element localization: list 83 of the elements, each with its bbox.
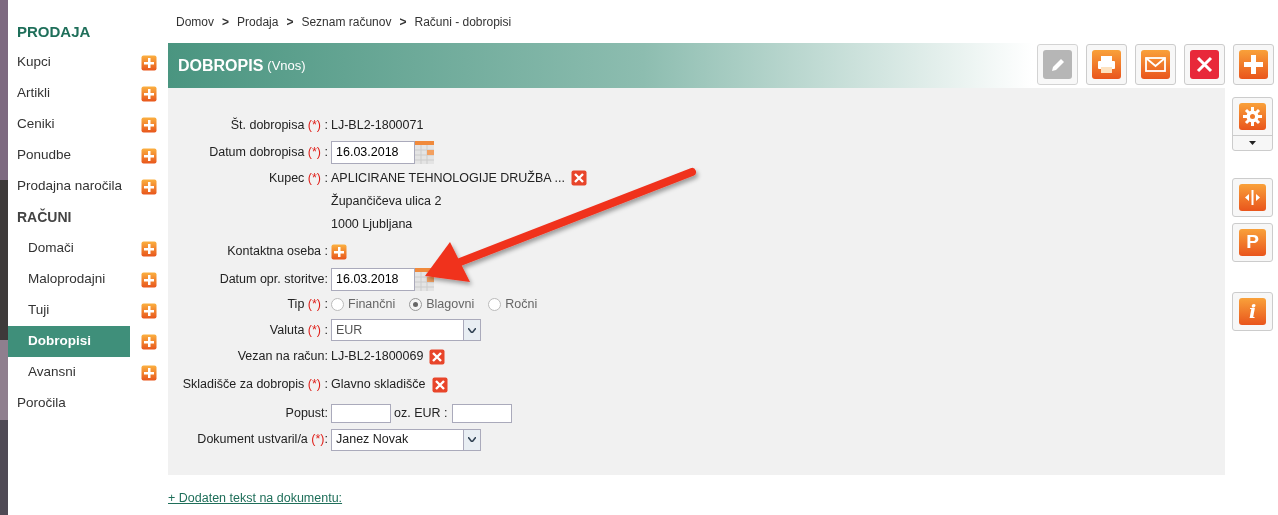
breadcrumb-separator: > bbox=[286, 13, 294, 31]
radio-button[interactable] bbox=[409, 297, 423, 311]
add-icon[interactable] bbox=[141, 364, 157, 381]
add-icon[interactable] bbox=[141, 302, 157, 319]
split-arrows-icon bbox=[1239, 184, 1266, 211]
sidebar-item[interactable]: Artikli bbox=[8, 78, 130, 109]
field-label: Tip (*) : bbox=[287, 296, 328, 311]
field-label: Št. dobropisa (*) : bbox=[230, 117, 328, 132]
add-icon[interactable] bbox=[141, 333, 157, 350]
breadcrumb-link[interactable]: Seznam računov bbox=[301, 12, 392, 31]
field-label: Kontaktna oseba : bbox=[227, 244, 328, 259]
page-subtitle: (Vnos) bbox=[267, 56, 306, 75]
dropdown[interactable]: Janez Novak bbox=[331, 428, 481, 451]
field-label: Valuta (*) : bbox=[269, 322, 328, 337]
breadcrumb-link[interactable]: Prodaja bbox=[237, 12, 279, 31]
calendar-icon[interactable] bbox=[415, 140, 434, 164]
radio-option[interactable]: Blagovni bbox=[409, 294, 475, 314]
field-value: APLICIRANE TEHNOLOGIJE DRUŽBA ... bbox=[331, 169, 565, 187]
add-icon[interactable] bbox=[141, 116, 157, 133]
add-text-link[interactable]: + Dodaten tekst na dokumentu: bbox=[168, 489, 343, 508]
remove-icon[interactable] bbox=[429, 348, 446, 365]
breadcrumb-link[interactable]: Domov bbox=[176, 12, 214, 31]
add-icon[interactable] bbox=[141, 240, 157, 257]
delete-button[interactable] bbox=[1184, 44, 1225, 85]
chevron-down-icon bbox=[468, 327, 476, 333]
breadcrumb-separator: > bbox=[222, 13, 230, 31]
field-value: LJ-BL2-1800069 bbox=[331, 348, 424, 366]
radio-option[interactable]: Finančni bbox=[331, 294, 396, 314]
sidebar-item[interactable]: Maloprodajni bbox=[8, 264, 130, 295]
add-icon[interactable] bbox=[141, 178, 157, 195]
sidebar-item[interactable]: Kupci bbox=[8, 47, 130, 78]
printer-icon bbox=[1092, 50, 1121, 79]
sidebar-item[interactable]: Ceniki bbox=[8, 109, 130, 140]
field-label: oz. EUR : bbox=[394, 404, 448, 422]
radio-button[interactable] bbox=[488, 297, 502, 311]
field-label: Datum opr. storitve: bbox=[219, 271, 328, 286]
sidebar-item[interactable]: Avansni bbox=[8, 357, 130, 388]
caret-icon bbox=[1249, 141, 1256, 145]
field-label: Datum dobropisa (*) : bbox=[209, 144, 328, 159]
remove-icon[interactable] bbox=[570, 170, 587, 186]
close-icon bbox=[1190, 50, 1219, 79]
print-button[interactable] bbox=[1086, 44, 1127, 85]
add-button[interactable] bbox=[1233, 44, 1274, 85]
sidebar-item[interactable]: Domači bbox=[8, 233, 130, 264]
section-heading: RAČUNI bbox=[16, 207, 73, 227]
settings-icon bbox=[1239, 103, 1266, 130]
page-title: DOBROPIS bbox=[178, 55, 264, 76]
field-label: Popust: bbox=[285, 405, 328, 420]
email-button[interactable] bbox=[1135, 44, 1176, 85]
sidebar-item[interactable]: Prodajna naročila bbox=[8, 171, 130, 202]
field-value: LJ-BL2-1800071 bbox=[331, 116, 424, 134]
chevron-down-icon bbox=[468, 437, 476, 442]
envelope-icon bbox=[1141, 50, 1170, 79]
add-icon[interactable] bbox=[331, 243, 347, 260]
radio-option[interactable]: Ročni bbox=[488, 294, 538, 314]
add-icon[interactable] bbox=[141, 271, 157, 288]
field-label: Skladišče za dobropis (*) : bbox=[182, 377, 328, 392]
address-line: 1000 Ljubljana bbox=[331, 215, 413, 233]
field-label: Vezan na račun: bbox=[237, 349, 328, 364]
address-line: Župančičeva ulica 2 bbox=[331, 192, 442, 210]
input-field[interactable] bbox=[451, 403, 512, 423]
radio-button[interactable] bbox=[331, 297, 344, 311]
pencil-icon bbox=[1043, 50, 1072, 79]
breadcrumb-separator: > bbox=[399, 13, 407, 31]
split-button[interactable] bbox=[1232, 178, 1273, 217]
remove-icon[interactable] bbox=[431, 376, 448, 393]
add-icon[interactable] bbox=[141, 85, 157, 102]
sidebar-item[interactable]: Dobropisi bbox=[8, 326, 130, 357]
section-heading: PRODAJA bbox=[16, 22, 92, 43]
field-label: Kupec (*) : bbox=[268, 170, 328, 185]
add-icon[interactable] bbox=[141, 147, 157, 164]
field-value: Glavno skladišče bbox=[331, 376, 426, 394]
breadcrumb-link[interactable]: Računi - dobropisi bbox=[414, 12, 512, 31]
field-label: Dokument ustvaril/a (*): bbox=[197, 432, 328, 447]
plus-icon bbox=[1239, 50, 1268, 79]
sidebar-item[interactable]: Ponudbe bbox=[8, 140, 130, 171]
date-field[interactable]: 16.03.2018 bbox=[331, 267, 415, 291]
sidebar-item[interactable]: Poročila bbox=[8, 388, 130, 419]
date-field[interactable]: 16.03.2018 bbox=[331, 140, 415, 164]
input-field[interactable] bbox=[331, 403, 391, 423]
sidebar-item[interactable]: Tuji bbox=[8, 295, 130, 326]
add-icon[interactable] bbox=[141, 54, 157, 71]
settings-button[interactable] bbox=[1232, 97, 1273, 151]
